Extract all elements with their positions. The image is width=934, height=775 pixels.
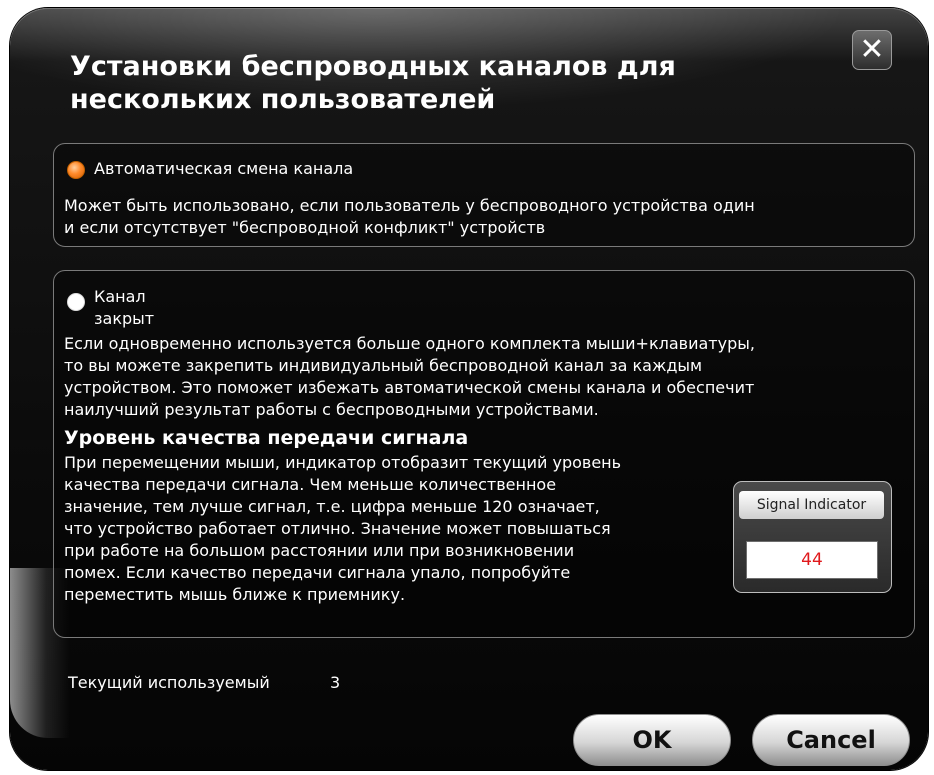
- signal-text-line5: при работе на большом расстоянии или при…: [64, 541, 575, 560]
- signal-indicator-value: 44: [746, 541, 878, 579]
- signal-text-line3: значение, тем лучше сигнал, т.е. цифра м…: [64, 497, 600, 516]
- dialog-title: Установки беспроводных каналов для неско…: [70, 50, 790, 116]
- fixed-channel-label-line2[interactable]: закрыт: [94, 308, 154, 330]
- signal-indicator-label: Signal Indicator: [739, 491, 884, 519]
- fixed-channel-label-line1[interactable]: Канал: [94, 286, 146, 308]
- cancel-button[interactable]: Cancel: [752, 714, 910, 766]
- signal-text-line1: При перемещении мыши, индикатор отобрази…: [64, 453, 622, 472]
- signal-indicator: Signal Indicator 44: [733, 481, 892, 593]
- close-icon: ✕: [859, 32, 885, 67]
- signal-quality-heading: Уровень качества передачи сигнала: [64, 427, 469, 449]
- dialog-title-line2: нескольких пользователей: [70, 84, 496, 115]
- signal-text-line4: что устройство работает отлично. Значени…: [64, 519, 611, 538]
- auto-channel-radio[interactable]: [67, 161, 85, 179]
- fixed-channel-desc-line3: устройством. Это поможет избежать автома…: [64, 378, 755, 397]
- current-channel-label: Текущий используемый: [68, 673, 270, 692]
- current-channel-value: 3: [330, 673, 341, 692]
- fixed-channel-desc-line2: то вы можете закрепить индивидуальный бе…: [64, 356, 703, 375]
- auto-channel-desc-line2: и если отсутствует "беспроводной конфлик…: [64, 218, 546, 237]
- ok-button[interactable]: OK: [573, 714, 731, 766]
- close-button[interactable]: ✕: [852, 30, 892, 70]
- dialog-title-line1: Установки беспроводных каналов для: [70, 51, 676, 82]
- fixed-channel-desc-line1: Если одновременно используется больше од…: [64, 334, 755, 353]
- auto-channel-desc-line1: Может быть использовано, если пользовате…: [64, 196, 755, 215]
- signal-text-line2: качества передачи сигнала. Чем меньше ко…: [64, 475, 557, 494]
- signal-text-line7: переместить мышь ближе к приемнику.: [64, 585, 406, 604]
- auto-channel-label[interactable]: Автоматическая смена канала: [94, 158, 353, 180]
- signal-text-line6: помех. Если качество передачи сигнала уп…: [64, 563, 571, 582]
- fixed-channel-desc-line4: наилучший результат работы с беспроводны…: [64, 400, 599, 419]
- fixed-channel-radio[interactable]: [67, 293, 85, 311]
